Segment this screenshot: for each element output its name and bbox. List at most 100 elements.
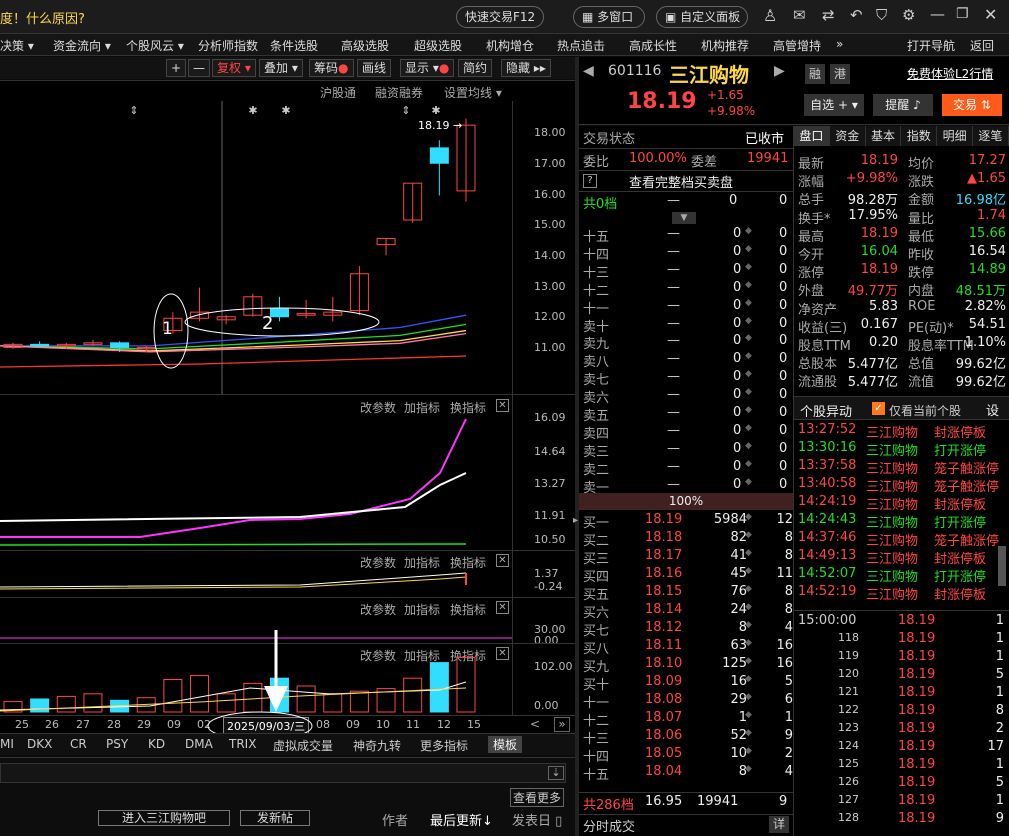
last-update-col[interactable]: 最后更新↓ [430,810,493,829]
info-tab[interactable]: 指数 [901,126,938,146]
custom-panel-button[interactable]: ▣ 自定义面板 [656,6,748,28]
author-col[interactable]: 作者 [382,810,408,829]
hk-tag[interactable]: 港 [830,64,850,84]
l2-trial-link[interactable]: 免费体验L2行情 [907,65,993,82]
menu-item-10[interactable]: 机构推荐 [701,37,749,54]
yidong-settings[interactable]: 设 [986,400,999,419]
tab-virtual-volume[interactable]: 虚拟成交量 [273,737,333,754]
tab-mi[interactable]: MI [0,737,14,751]
restore-icon[interactable]: ❐ [956,6,969,22]
ask-row[interactable]: 十二 —0 ◆ 0 [583,280,793,299]
quote-value: +9.98% [845,171,898,187]
forum-enter-button[interactable]: 进入三江购物吧 [98,810,230,826]
ask-row[interactable]: 十三 —0 ◆ 0 [583,262,793,281]
multi-window-button[interactable]: ▦ 多窗口 [573,6,645,28]
bid-row[interactable]: 买一 18.19 5984 ◆ 12 [583,512,793,531]
ask-row[interactable]: 卖三 —0 ◆ 0 [583,441,793,460]
collapse-icon[interactable]: ▼ [672,212,696,224]
mail-icon[interactable]: ✉ [793,6,806,24]
download-icon[interactable]: ⇣ [548,766,564,780]
ask-row[interactable]: 卖二 —0 ◆ 0 [583,459,793,478]
yidong-row[interactable]: 14:52:07 三江购物 打开涨停 [798,566,998,585]
full-depth-link[interactable]: 查看完整档买卖盘 [629,172,733,191]
only-current-checkbox[interactable]: ✓ [872,402,885,415]
bid-row[interactable]: 买五 18.15 76 ◆ 8 [583,584,793,603]
minimize-icon[interactable]: — [930,5,945,23]
next-stock-icon[interactable]: ▶ [774,63,785,79]
bid-row[interactable]: 买六 18.14 24 ◆ 8 [583,602,793,621]
ask-row[interactable]: 卖十 —0 ◆ 0 [583,316,793,335]
bid-row[interactable]: 买二 18.18 82 ◆ 8 [583,530,793,549]
close-icon[interactable]: ✕ [984,5,997,24]
publish-col[interactable]: 发表日 ▯ [512,810,562,829]
tab-nine-turn[interactable]: 神奇九转 [353,737,401,754]
arrows-icon[interactable]: ⇄ [822,6,835,24]
scrollbar-thumb[interactable] [998,546,1006,586]
splitter-arrow-icon[interactable]: ▸ [573,515,578,526]
fenshi-label[interactable]: 分时成交 [583,816,635,835]
menu-item-9[interactable]: 高成长性 [629,37,677,54]
bid-row[interactable]: 买八 18.11 63 ◆ 16 [583,638,793,657]
bid-row[interactable]: 十五 18.04 8 ◆ 4 [583,764,793,783]
bid-row[interactable]: 十一 18.08 29 ◆ 6 [583,692,793,711]
yidong-row[interactable]: 14:24:43 三江购物 打开涨停 [798,512,998,531]
tab-dma[interactable]: DMA [185,737,213,751]
yidong-row[interactable]: 13:40:58 三江购物 笼子触涨停 [798,476,999,495]
bid-row[interactable]: 十三 18.06 52 ◆ 9 [583,728,793,747]
menu-more-icon[interactable]: » [836,37,843,51]
menu-item-11[interactable]: 高管增持 [773,37,821,54]
menu-item-12[interactable]: 打开导航 [907,37,955,54]
info-tab[interactable]: 明细 [937,126,973,146]
bid-row[interactable]: 十二 18.07 1 ◆ 1 [583,710,793,729]
detail-button[interactable]: 详 [769,816,789,833]
help-icon[interactable]: ? [583,174,597,188]
yidong-row[interactable]: 14:37:46 三江购物 笼子触涨停 [798,530,999,549]
yidong-row[interactable]: 13:27:52 三江购物 封涨停板 [798,422,998,441]
bid-row[interactable]: 十四 18.05 10 ◆ 2 [583,746,793,765]
margin-tag[interactable]: 融 [805,64,825,84]
ask-row[interactable]: 卖七 —0 ◆ 0 [583,369,793,388]
yidong-row[interactable]: 13:30:16 三江购物 打开涨停 [798,440,998,459]
ask-row[interactable]: 卖一 —0 ◆ 0 [583,477,793,496]
tab-template[interactable]: 模板 [488,736,523,753]
info-tab[interactable]: 逐笔 [973,126,1009,146]
tab-more[interactable]: 更多指标 [420,737,468,754]
bid-row[interactable]: 买十 18.09 16 ◆ 5 [583,674,793,693]
user-icon[interactable]: ♙ [763,6,777,25]
info-tab[interactable]: 盘口 [794,126,830,146]
info-tab[interactable]: 资金 [829,126,866,146]
ask-row[interactable]: 卖八 —0 ◆ 0 [583,351,793,370]
undo-icon[interactable]: ↶ [850,6,863,24]
tab-psy[interactable]: PSY [106,737,128,751]
yidong-stock: 三江购物 [866,426,919,441]
ask-row[interactable]: 十一 —0 ◆ 0 [583,298,793,317]
yidong-row[interactable]: 14:52:19 三江购物 封涨停板 [798,584,998,603]
trade-button[interactable]: 交易 ⇅ [942,94,1002,116]
settings-icon[interactable]: ⚙ [902,6,915,24]
zixuan-button[interactable]: 自选 + ▾ [804,94,864,116]
shirt-icon[interactable]: ⛉ [876,6,887,24]
ask-row[interactable]: 卖六 —0 ◆ 0 [583,387,793,406]
alert-button[interactable]: 提醒 ♪ [873,94,933,116]
ask-row[interactable]: 十五 —0 ◆ 0 [583,226,793,245]
ask-row[interactable]: 卖四 —0 ◆ 0 [583,423,793,442]
tab-kd[interactable]: KD [148,737,165,751]
yidong-row[interactable]: 14:49:13 三江购物 封涨停板 [798,548,998,567]
bid-row[interactable]: 买七 18.12 8 ◆ 4 [583,620,793,639]
tab-cr[interactable]: CR [70,737,87,751]
bid-row[interactable]: 买九 18.10 125 ◆ 16 [583,656,793,675]
ask-row[interactable]: 卖五 —0 ◆ 0 [583,405,793,424]
bid-row[interactable]: 买三 18.17 41 ◆ 8 [583,548,793,567]
bid-row[interactable]: 买四 18.16 45 ◆ 11 [583,566,793,585]
prev-stock-icon[interactable]: ◀ [583,63,594,79]
yidong-row[interactable]: 14:24:19 三江购物 封涨停板 [798,494,998,513]
tab-trix[interactable]: TRIX [229,737,256,751]
see-more-button[interactable]: 查看更多 [510,788,565,807]
ask-row[interactable]: 卖九 —0 ◆ 0 [583,333,793,352]
ask-row[interactable]: 十四 —0 ◆ 0 [583,244,793,263]
new-post-button[interactable]: 发新帖 [240,810,310,826]
info-tab[interactable]: 基本 [865,126,902,146]
menu-item-13[interactable]: 返回 [970,37,994,54]
tab-dkx[interactable]: DKX [27,737,52,751]
yidong-row[interactable]: 13:37:58 三江购物 笼子触涨停 [798,458,999,477]
